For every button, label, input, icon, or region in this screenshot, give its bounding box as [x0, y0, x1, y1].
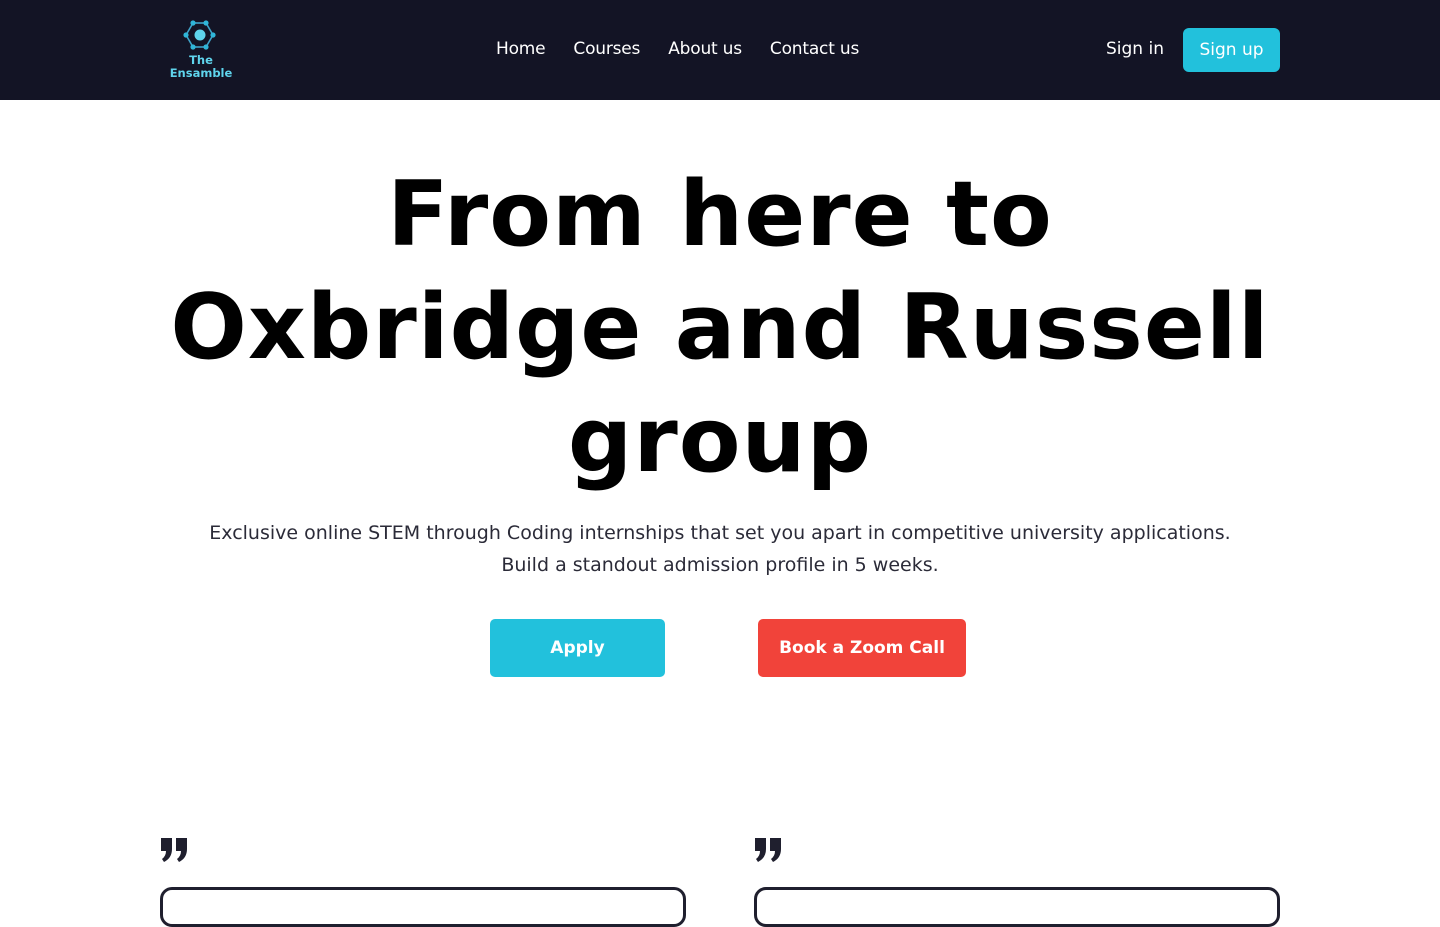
nav-about-us[interactable]: About us: [668, 37, 742, 61]
nav-home[interactable]: Home: [496, 37, 546, 61]
main-nav: Home Courses About us Contact us: [496, 37, 887, 61]
sign-up-button[interactable]: Sign up: [1183, 28, 1280, 72]
book-zoom-call-button[interactable]: Book a Zoom Call: [758, 619, 966, 677]
hero-title-line1: From here to: [387, 162, 1053, 267]
quote-icon: [755, 838, 781, 862]
hero-title-line3: group: [567, 388, 873, 493]
site-header: The Ensamble Home Courses About us Conta…: [0, 0, 1440, 100]
network-logo-icon: [183, 20, 216, 50]
logo-text-line2: Ensamble: [169, 66, 233, 80]
testimonial-card: [160, 887, 686, 927]
hero-title: From here to Oxbridge and Russell group: [160, 158, 1280, 497]
logo[interactable]: The Ensamble: [168, 16, 238, 84]
testimonial-card: [754, 887, 1280, 927]
sign-in-link[interactable]: Sign in: [1106, 37, 1164, 61]
hero-title-line2: Oxbridge and Russell: [170, 275, 1270, 380]
hero-subtitle: Exclusive online STEM through Coding int…: [160, 517, 1280, 581]
hero-subtitle-line1: Exclusive online STEM through Coding int…: [209, 522, 1231, 544]
logo-text: The Ensamble: [168, 54, 234, 80]
nav-courses[interactable]: Courses: [573, 37, 640, 61]
quote-icon: [161, 838, 187, 862]
apply-button[interactable]: Apply: [490, 619, 665, 677]
nav-contact-us[interactable]: Contact us: [770, 37, 859, 61]
hero-subtitle-line2: Build a standout admission profile in 5 …: [501, 554, 939, 576]
